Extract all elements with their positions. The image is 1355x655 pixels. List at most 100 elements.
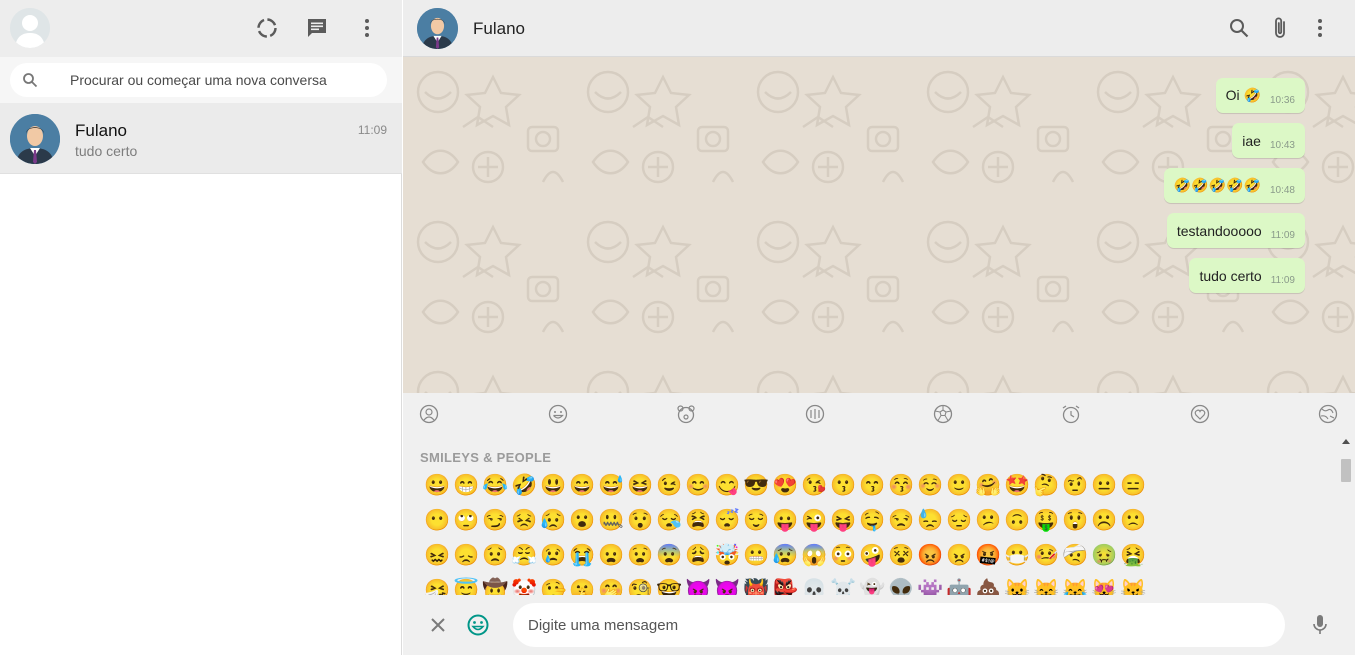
emoji-button[interactable]: ☠️ [829, 576, 858, 595]
emoji-button[interactable]: 😀 [423, 471, 452, 501]
new-chat-icon[interactable] [305, 16, 329, 40]
emoji-button[interactable]: ☺️ [916, 471, 945, 501]
contact-name[interactable]: Fulano [473, 19, 525, 39]
message-bubble[interactable]: 🤣🤣🤣🤣🤣 10:48 [1163, 168, 1305, 203]
emoji-button[interactable]: 😪 [655, 506, 684, 536]
emoji-button[interactable]: 😷 [1003, 541, 1032, 571]
emoji-button[interactable]: 🙃 [1003, 506, 1032, 536]
emoji-button[interactable]: 😫 [684, 506, 713, 536]
search-input[interactable] [70, 63, 380, 97]
activity-icon[interactable] [933, 404, 953, 424]
my-avatar[interactable] [10, 8, 50, 48]
emoji-button[interactable]: 🤐 [597, 506, 626, 536]
emoji-button[interactable]: 👽 [887, 576, 916, 595]
emoji-button[interactable]: 😊 [684, 471, 713, 501]
emoji-button[interactable]: 🤕 [1061, 541, 1090, 571]
emoji-button[interactable]: 😒 [887, 506, 916, 536]
emoji-button[interactable]: 🤓 [655, 576, 684, 595]
emoji-button[interactable]: 😇 [452, 576, 481, 595]
emoji-button[interactable]: 😄 [568, 471, 597, 501]
emoji-toggle-icon[interactable] [465, 612, 491, 638]
smiley-icon[interactable] [548, 404, 568, 424]
emoji-button[interactable]: 😵 [887, 541, 916, 571]
emoji-button[interactable]: 😞 [452, 541, 481, 571]
emoji-button[interactable]: 🤤 [858, 506, 887, 536]
objects-icon[interactable] [1190, 404, 1210, 424]
emoji-button[interactable]: 😴 [713, 506, 742, 536]
emoji-button[interactable]: 😦 [597, 541, 626, 571]
chat-list-item[interactable]: Fulano tudo certo 11:09 [0, 103, 402, 174]
emoji-button[interactable]: 😤 [510, 541, 539, 571]
emoji-button[interactable]: 😃 [539, 471, 568, 501]
search-icon[interactable] [1227, 16, 1251, 40]
emoji-button[interactable]: 😭 [568, 541, 597, 571]
close-icon[interactable] [425, 612, 451, 638]
menu-dots-icon[interactable] [355, 16, 379, 40]
emoji-button[interactable]: 🧐 [626, 576, 655, 595]
emoji-button[interactable]: 😉 [655, 471, 684, 501]
emoji-button[interactable]: 🤫 [568, 576, 597, 595]
emoji-button[interactable]: 😯 [626, 506, 655, 536]
emoji-button[interactable]: 😣 [510, 506, 539, 536]
message-bubble[interactable]: iae 10:43 [1232, 123, 1305, 158]
emoji-button[interactable]: 😖 [423, 541, 452, 571]
emoji-button[interactable]: 😼 [1119, 576, 1148, 595]
emoji-button[interactable]: 🙄 [452, 506, 481, 536]
emoji-button[interactable]: 💀 [800, 576, 829, 595]
emoji-button[interactable]: 😁 [452, 471, 481, 501]
emoji-button[interactable]: 😢 [539, 541, 568, 571]
emoji-button[interactable]: 😡 [916, 541, 945, 571]
scrollbar-thumb[interactable] [1341, 459, 1351, 482]
message-input[interactable] [528, 603, 1268, 647]
emoji-button[interactable]: 👻 [858, 576, 887, 595]
emoji-button[interactable]: 😚 [887, 471, 916, 501]
emoji-button[interactable]: 😋 [713, 471, 742, 501]
emoji-button[interactable]: 😬 [742, 541, 771, 571]
message-bubble[interactable]: Oi 🤣 10:36 [1215, 78, 1305, 113]
emoji-button[interactable]: 😝 [829, 506, 858, 536]
message-bubble[interactable]: tudo certo 11:09 [1189, 258, 1305, 293]
microphone-icon[interactable] [1307, 612, 1333, 638]
emoji-button[interactable]: 😺 [1003, 576, 1032, 595]
emoji-button[interactable]: 🤡 [510, 576, 539, 595]
emoji-button[interactable]: 😔 [945, 506, 974, 536]
emoji-button[interactable]: 😐 [1090, 471, 1119, 501]
emoji-button[interactable]: 😘 [800, 471, 829, 501]
emoji-button[interactable]: 🤭 [597, 576, 626, 595]
emoji-button[interactable]: 🤮 [1119, 541, 1148, 571]
emoji-button[interactable]: 😮 [568, 506, 597, 536]
emoji-button[interactable]: 😈 [684, 576, 713, 595]
food-icon[interactable] [805, 404, 825, 424]
emoji-button[interactable]: 😌 [742, 506, 771, 536]
emoji-button[interactable]: 🤖 [945, 576, 974, 595]
emoji-button[interactable]: 🙁 [1119, 506, 1148, 536]
status-icon[interactable] [255, 16, 279, 40]
emoji-button[interactable]: 🤢 [1090, 541, 1119, 571]
emoji-button[interactable]: 🙂 [945, 471, 974, 501]
message-bubble[interactable]: testandooooo 11:09 [1166, 213, 1305, 248]
emoji-button[interactable]: 😱 [800, 541, 829, 571]
menu-dots-icon[interactable] [1308, 16, 1332, 40]
emoji-button[interactable]: 😑 [1119, 471, 1148, 501]
emoji-button[interactable]: 🤒 [1032, 541, 1061, 571]
emoji-scrollbar[interactable] [1340, 435, 1352, 595]
emoji-button[interactable]: 🤥 [539, 576, 568, 595]
emoji-button[interactable]: 🤑 [1032, 506, 1061, 536]
emoji-button[interactable]: 😂 [481, 471, 510, 501]
emoji-button[interactable]: 😧 [626, 541, 655, 571]
scroll-up-arrow-icon[interactable] [1342, 439, 1350, 444]
emoji-button[interactable]: 😅 [597, 471, 626, 501]
emoji-button[interactable]: 😹 [1061, 576, 1090, 595]
emoji-button[interactable]: 👿 [713, 576, 742, 595]
emoji-button[interactable]: 😕 [974, 506, 1003, 536]
emoji-button[interactable]: 👺 [771, 576, 800, 595]
emoji-button[interactable]: 😲 [1061, 506, 1090, 536]
emoji-button[interactable]: 😩 [684, 541, 713, 571]
emoji-button[interactable]: 😰 [771, 541, 800, 571]
animal-icon[interactable] [676, 404, 696, 424]
emoji-button[interactable]: 😨 [655, 541, 684, 571]
flags-icon[interactable] [1318, 404, 1338, 424]
emoji-button[interactable]: 🤣 [510, 471, 539, 501]
emoji-button[interactable]: 😆 [626, 471, 655, 501]
emoji-button[interactable]: 🤩 [1003, 471, 1032, 501]
